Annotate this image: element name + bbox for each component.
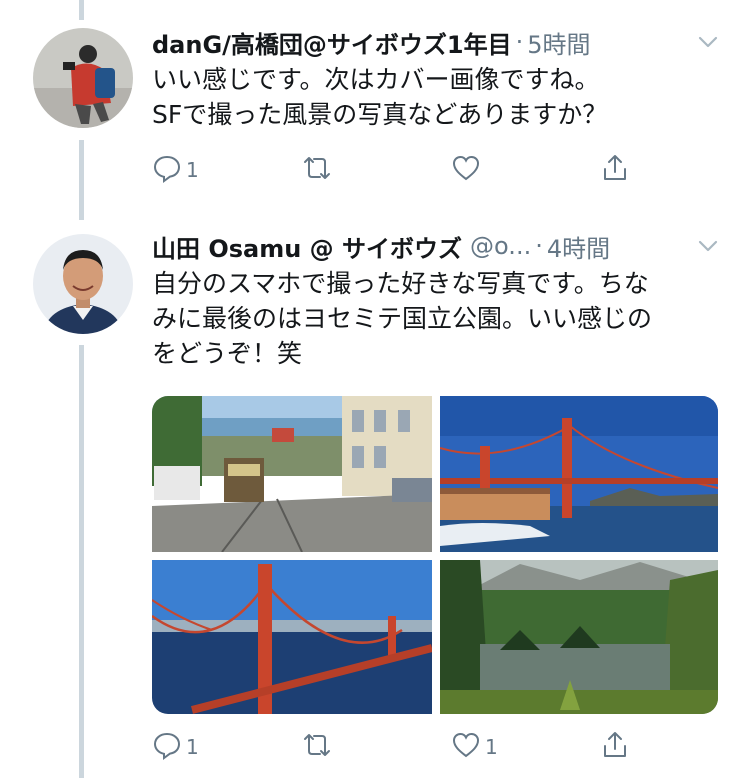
photo-grid	[152, 396, 718, 714]
share-button[interactable]	[600, 729, 630, 765]
like-button[interactable]: 1	[451, 729, 498, 765]
photo-golden-gate-bridge[interactable]	[152, 560, 432, 714]
avatar[interactable]	[33, 234, 133, 334]
like-icon	[451, 730, 481, 764]
retweet-button[interactable]	[302, 729, 332, 765]
display-name[interactable]: 山田 Osamu @ サイボウズ	[152, 229, 462, 264]
tweet-2[interactable]: 山田 Osamu @ サイボウズ @o... · 4時間 自分のスマホで撮った好…	[0, 0, 750, 778]
tweet-text-line: 自分のスマホで撮った好きな写真です。ちな	[152, 269, 649, 298]
reply-count: 1	[186, 735, 199, 759]
separator-dot: ·	[535, 232, 543, 260]
photo-golden-gate-fort[interactable]	[440, 396, 718, 552]
photo-sf-street[interactable]	[152, 396, 432, 552]
caret-down-icon[interactable]	[696, 234, 720, 258]
photo-yosemite[interactable]	[440, 560, 718, 714]
like-count: 1	[485, 735, 498, 759]
reply-icon	[152, 730, 182, 764]
retweet-icon	[302, 730, 332, 764]
tweet-text-line: みに最後のはヨセミテ国立公園。いい感じの	[152, 304, 653, 333]
timestamp[interactable]: 4時間	[547, 229, 610, 264]
reply-button[interactable]: 1	[152, 729, 199, 765]
share-icon	[600, 730, 630, 764]
tweet-header: 山田 Osamu @ サイボウズ @o... · 4時間	[152, 226, 720, 266]
tweet-text-line: をどうぞ！笑	[152, 339, 303, 368]
tweet-actions: 1 1	[152, 729, 652, 765]
tweet-text: 自分のスマホで撮った好きな写真です。ちな みに最後のはヨセミテ国立公園。いい感じ…	[152, 266, 722, 371]
user-handle[interactable]: @o...	[470, 232, 531, 260]
